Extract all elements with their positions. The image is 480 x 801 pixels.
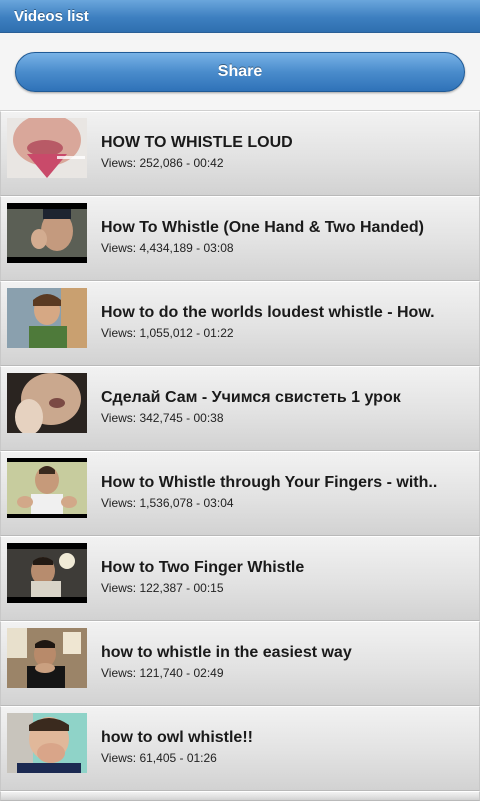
video-thumbnail: [7, 458, 87, 518]
video-title: How to do the worlds loudest whistle - H…: [101, 304, 435, 321]
video-list: HOW TO WHISTLE LOUD Views: 252,086 - 00:…: [0, 111, 480, 801]
video-title: HOW TO WHISTLE LOUD: [101, 134, 293, 151]
video-list-item[interactable]: HOW TO WHISTLE LOUD Views: 252,086 - 00:…: [0, 111, 480, 196]
video-thumbnail: [7, 288, 87, 348]
video-thumbnail: [7, 373, 87, 433]
page-title: Videos list: [14, 8, 89, 25]
share-button[interactable]: Share: [15, 52, 465, 92]
video-list-item[interactable]: Сделай Сам - Учимся свистеть 1 урок View…: [0, 366, 480, 451]
video-meta: Views: 4,434,189 - 03:08: [101, 241, 234, 255]
video-meta: Views: 342,745 - 00:38: [101, 411, 224, 425]
video-title: how to owl whistle!!: [101, 729, 253, 746]
share-button-label: Share: [217, 63, 263, 80]
video-title: Сделай Сам - Учимся свистеть 1 урок: [101, 389, 401, 406]
video-title: how to whistle in the easiest way: [101, 644, 352, 661]
title-bar: Videos list: [0, 0, 480, 33]
video-title: How to Whistle through Your Fingers - wi…: [101, 474, 438, 491]
video-thumbnail: [7, 713, 87, 773]
video-list-item[interactable]: How to Whistle through Your Fingers - wi…: [0, 451, 480, 536]
video-thumbnail: [7, 118, 87, 178]
video-title: How to Two Finger Whistle: [101, 559, 305, 576]
video-list-item[interactable]: how to whistle in the easiest way Views:…: [0, 621, 480, 706]
video-thumbnail: [7, 203, 87, 263]
video-title: How To Whistle (One Hand & Two Handed): [101, 219, 424, 236]
video-meta: Views: 1,055,012 - 01:22: [101, 326, 234, 340]
video-meta: Views: 252,086 - 00:42: [101, 156, 224, 170]
video-meta: Views: 122,387 - 00:15: [101, 581, 224, 595]
video-thumbnail: [7, 628, 87, 688]
video-thumbnail: [7, 543, 87, 603]
video-meta: Views: 61,405 - 01:26: [101, 751, 217, 765]
video-list-item[interactable]: How To Whistle (One Hand & Two Handed) V…: [0, 196, 480, 281]
video-list-item[interactable]: How to Two Finger Whistle Views: 122,387…: [0, 536, 480, 621]
video-list-item[interactable]: how to owl whistle!! Views: 61,405 - 01:…: [0, 706, 480, 791]
video-meta: Views: 1,536,078 - 03:04: [101, 496, 234, 510]
video-meta: Views: 121,740 - 02:49: [101, 666, 224, 680]
video-list-item[interactable]: How to do the worlds loudest whistle - H…: [0, 281, 480, 366]
share-area: Share: [0, 33, 480, 111]
